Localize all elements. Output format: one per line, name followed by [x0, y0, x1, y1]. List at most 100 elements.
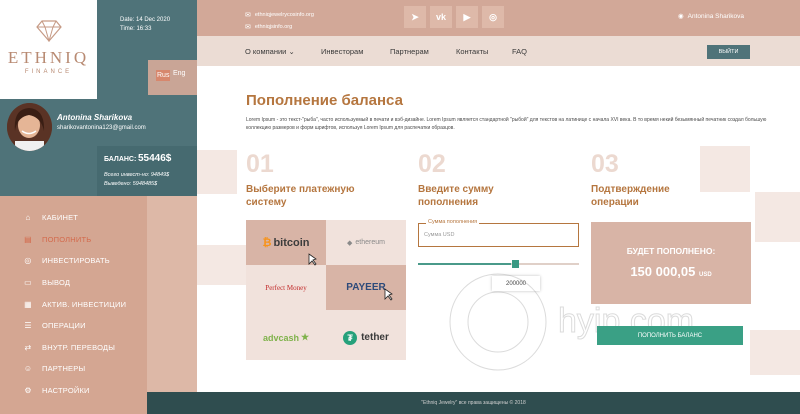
settings-icon: ⚙: [24, 386, 32, 396]
sidebar-item-operations[interactable]: ☰ ОПЕРАЦИИ: [0, 315, 147, 337]
user-name: Antonina Sharikova: [57, 113, 133, 122]
header-email-text: ethniqjewelrycosinfo.org: [254, 12, 314, 18]
logo[interactable]: ETHNIQ FINANCE: [0, 0, 97, 99]
confirm-amount: 150 000,05 USD: [591, 264, 751, 279]
step-title: Подтверждение операции: [591, 184, 670, 208]
sidebar-item-withdraw[interactable]: ▭ ВЫВОД: [0, 272, 147, 294]
header-site[interactable]: ✉ ethniqjsinfo.org: [245, 23, 292, 31]
decor-square: [755, 192, 800, 242]
payment-methods: ₿ bitcoin ◆ ethereum Perfect Money PAYEER …: [246, 220, 406, 360]
sidebar-item-label: НАСТРОЙКИ: [42, 386, 90, 396]
sidebar-item-label: ОПЕРАЦИИ: [42, 321, 86, 331]
wallet-icon: ▤: [24, 234, 32, 244]
footer: "Ethniq Jewelry" все права защищены © 20…: [147, 392, 800, 414]
sidebar-item-label: ВЫВОД: [42, 278, 71, 288]
balance-value: 55446$: [138, 153, 172, 164]
step-number: 01: [246, 150, 274, 178]
nav-about[interactable]: О компании ⌄: [245, 47, 295, 56]
user-email: sharikovantonina123@gmail.com: [57, 125, 146, 131]
telegram-icon[interactable]: ➤: [404, 6, 426, 28]
decor-square: [197, 245, 247, 285]
payment-tether-label: tether: [361, 332, 389, 343]
datetime: Date: 14 Dec 2020 Time: 16:33: [120, 16, 170, 34]
sidebar-item-active-investments[interactable]: ▦ АКТИВ. ИНВЕСТИЦИИ: [0, 293, 147, 315]
header-site-text: ethniqjsinfo.org: [254, 24, 293, 30]
invested-total: Всего инвест-но: 94849$: [104, 172, 170, 178]
payment-payeer[interactable]: PAYEER: [326, 265, 406, 310]
language-switcher: Rus Eng: [148, 60, 197, 95]
step-number: 03: [591, 150, 619, 178]
topup-button[interactable]: ПОПОЛНИТЬ БАЛАНС: [597, 326, 743, 345]
sidebar-item-settings[interactable]: ⚙ НАСТРОЙКИ: [0, 380, 147, 402]
youtube-icon[interactable]: ▶: [456, 6, 478, 28]
sidebar-item-invest[interactable]: ◎ ИНВЕСТИРОВАТЬ: [0, 250, 147, 272]
nav-faq[interactable]: FAQ: [512, 47, 527, 56]
withdrawn-total: Выведено: 5948485$: [104, 181, 158, 187]
payment-advcash-label: advcash: [262, 332, 299, 343]
lang-en-button[interactable]: Eng: [173, 70, 185, 77]
payment-bitcoin-label: bitcoin: [273, 236, 310, 249]
confirm-currency: USD: [699, 272, 712, 278]
payment-advcash[interactable]: advcash ★: [246, 315, 326, 360]
withdraw-icon: ▭: [24, 278, 32, 288]
chevron-down-icon: ⌄: [288, 47, 295, 56]
nav-investors[interactable]: Инвесторам: [321, 47, 363, 56]
star-icon: ★: [300, 332, 310, 342]
amount-label: Сумма пополнения: [426, 219, 480, 225]
step-number: 02: [418, 150, 446, 178]
decor-square: [197, 150, 237, 194]
step-title: Введите сумму пополнения: [418, 184, 494, 208]
sidebar-item-partners[interactable]: ☺ ПАРТНЕРЫ: [0, 358, 147, 380]
avatar[interactable]: [7, 103, 52, 151]
top-header: ✉ ethniqjewelrycosinfo.org ✉ ethniqjsinfo.…: [197, 0, 800, 36]
sidebar-decor: [147, 196, 197, 414]
tether-icon: ₮: [343, 330, 358, 345]
date-text: Date: 14 Dec 2020: [120, 17, 171, 23]
ethereum-icon: ◆: [347, 239, 353, 247]
sidebar-item-topup[interactable]: ▤ ПОПОЛНИТЬ: [0, 229, 147, 251]
user-icon: ◉: [678, 13, 684, 20]
confirm-amount-value: 150 000,05: [630, 264, 696, 279]
partners-icon: ☺: [23, 364, 33, 374]
lang-ru-button[interactable]: Rus: [156, 70, 171, 81]
footer-text: "Ethniq Jewelry" все права защищены © 20…: [421, 400, 526, 406]
sidebar-item-label: ВНУТР. ПЕРЕВОДЫ: [42, 342, 116, 352]
brand-name: ETHNIQ: [7, 48, 90, 67]
instagram-icon[interactable]: ◎: [482, 6, 504, 28]
main-nav: О компании ⌄ Инвесторам Партнерам Контак…: [197, 36, 800, 66]
logout-button[interactable]: ВЫЙТИ: [707, 45, 750, 59]
decor-square: [750, 330, 800, 375]
confirm-panel: [591, 222, 751, 304]
invest-icon: ◎: [24, 256, 32, 266]
sidebar-item-label: АКТИВ. ИНВЕСТИЦИИ: [42, 299, 127, 309]
sidebar-item-label: КАБИНЕТ: [42, 213, 79, 223]
payment-ethereum-label: ethereum: [355, 239, 385, 246]
cabinet-icon: ⌂: [25, 213, 31, 223]
sidebar-item-label: ПОПОЛНИТЬ: [42, 234, 92, 244]
payment-perfect-money[interactable]: Perfect Money: [246, 265, 326, 310]
nav-contacts[interactable]: Контакты: [456, 47, 488, 56]
brand-tagline: FINANCE: [24, 69, 73, 75]
amount-input[interactable]: Сумма USD: [424, 232, 454, 238]
step-title: Выберите платежную систему: [246, 184, 355, 208]
nav-partners[interactable]: Партнерам: [390, 47, 429, 56]
payment-tether[interactable]: ₮ tether: [326, 315, 406, 360]
intro-text: Lorem Ipsum - это текст-"рыба", часто ис…: [246, 117, 767, 131]
cursor-icon: [308, 253, 317, 266]
bitcoin-icon: ₿: [262, 236, 272, 249]
mail-icon: ✉: [245, 12, 251, 19]
vk-icon[interactable]: vk: [430, 6, 452, 28]
page-title: Пополнение баланса: [246, 92, 403, 109]
header-user[interactable]: ◉ Antonina Sharikova: [678, 12, 744, 21]
sidebar-item-transfers[interactable]: ⇄ ВНУТР. ПЕРЕВОДЫ: [0, 337, 147, 359]
chart-icon: ▦: [24, 299, 32, 309]
mail-icon: ✉: [245, 24, 251, 31]
payment-ethereum[interactable]: ◆ ethereum: [326, 220, 406, 265]
balance-label: БАЛАНС:: [104, 156, 137, 163]
confirm-label: БУДЕТ ПОПОЛНЕНО:: [626, 246, 716, 256]
header-email[interactable]: ✉ ethniqjewelrycosinfo.org: [245, 11, 314, 19]
sidebar-item-cabinet[interactable]: ⌂ КАБИНЕТ: [0, 207, 147, 229]
decor-square: [700, 146, 750, 192]
sidebar-item-label: ПАРТНЕРЫ: [42, 364, 86, 374]
transfer-icon: ⇄: [24, 342, 32, 352]
